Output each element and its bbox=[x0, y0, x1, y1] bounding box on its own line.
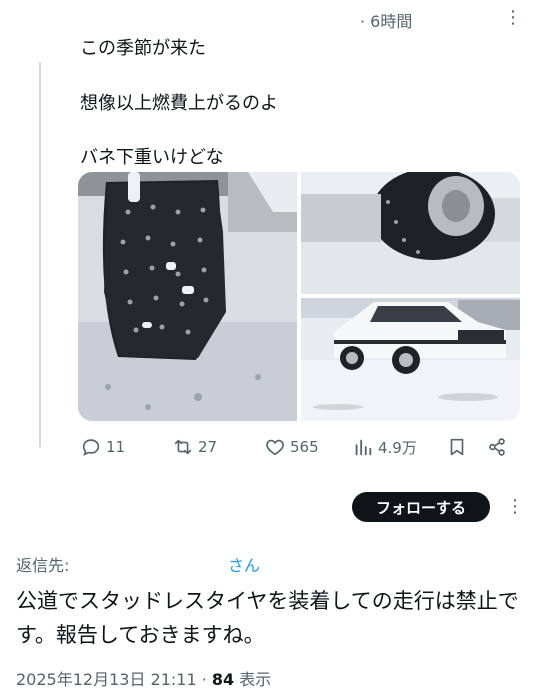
more-options-icon-reply[interactable]: ⋮ bbox=[506, 496, 524, 517]
more-options-icon[interactable]: ⋮ bbox=[504, 8, 522, 28]
retweet-count: 27 bbox=[198, 438, 218, 456]
follow-button[interactable]: フォローする bbox=[352, 492, 490, 522]
reply-meta: 2025年12月13日 21:11 · 84 表示 bbox=[16, 666, 271, 690]
reply-icon bbox=[82, 439, 100, 456]
share-button[interactable] bbox=[486, 432, 512, 462]
tweet-text-line-1: この季節が来た bbox=[80, 38, 206, 59]
reply-count: 11 bbox=[106, 438, 126, 456]
view-count: 4.9万 bbox=[378, 438, 417, 457]
bar-chart-icon bbox=[355, 439, 372, 456]
bookmark-icon bbox=[450, 438, 464, 456]
like-count: 565 bbox=[290, 438, 319, 456]
reply-to-user-link[interactable]: さん bbox=[228, 552, 260, 576]
bookmark-button[interactable] bbox=[446, 432, 472, 462]
share-icon bbox=[489, 438, 505, 456]
like-button[interactable]: 565 bbox=[264, 432, 319, 462]
heart-icon bbox=[266, 439, 284, 456]
tweet-actions-bar: 11 27 565 4.9万 bbox=[80, 432, 520, 462]
reply-date[interactable]: 2025年12月13日 21:11 bbox=[16, 670, 197, 689]
tweet-text-line-3: バネ下重いけどな bbox=[80, 147, 224, 168]
tweet-text-line-2: 想像以上燃費上がるのよ bbox=[80, 93, 278, 114]
photo-studded-tire[interactable] bbox=[78, 172, 297, 421]
reply-text: 公道でスタッドレスタイヤを装着しての走行は禁止です。報告しておきますね。 bbox=[16, 589, 519, 647]
retweet-button[interactable]: 27 bbox=[172, 432, 217, 462]
photo-tire-on-car[interactable] bbox=[301, 172, 520, 294]
reply-to-label: 返信先: bbox=[16, 556, 70, 575]
retweet-icon bbox=[174, 439, 192, 455]
reply-button[interactable]: 11 bbox=[80, 432, 125, 462]
tweet-media-grid[interactable] bbox=[78, 172, 520, 421]
thread-line bbox=[39, 62, 41, 447]
tweet-time[interactable]: · 6時間 bbox=[360, 8, 412, 32]
photo-white-sedan[interactable] bbox=[301, 298, 520, 421]
reply-views-number: 84 bbox=[211, 670, 235, 689]
views-button[interactable]: 4.9万 bbox=[352, 432, 417, 462]
meta-separator: · bbox=[196, 670, 212, 689]
reply-views-label: 表示 bbox=[234, 670, 272, 689]
